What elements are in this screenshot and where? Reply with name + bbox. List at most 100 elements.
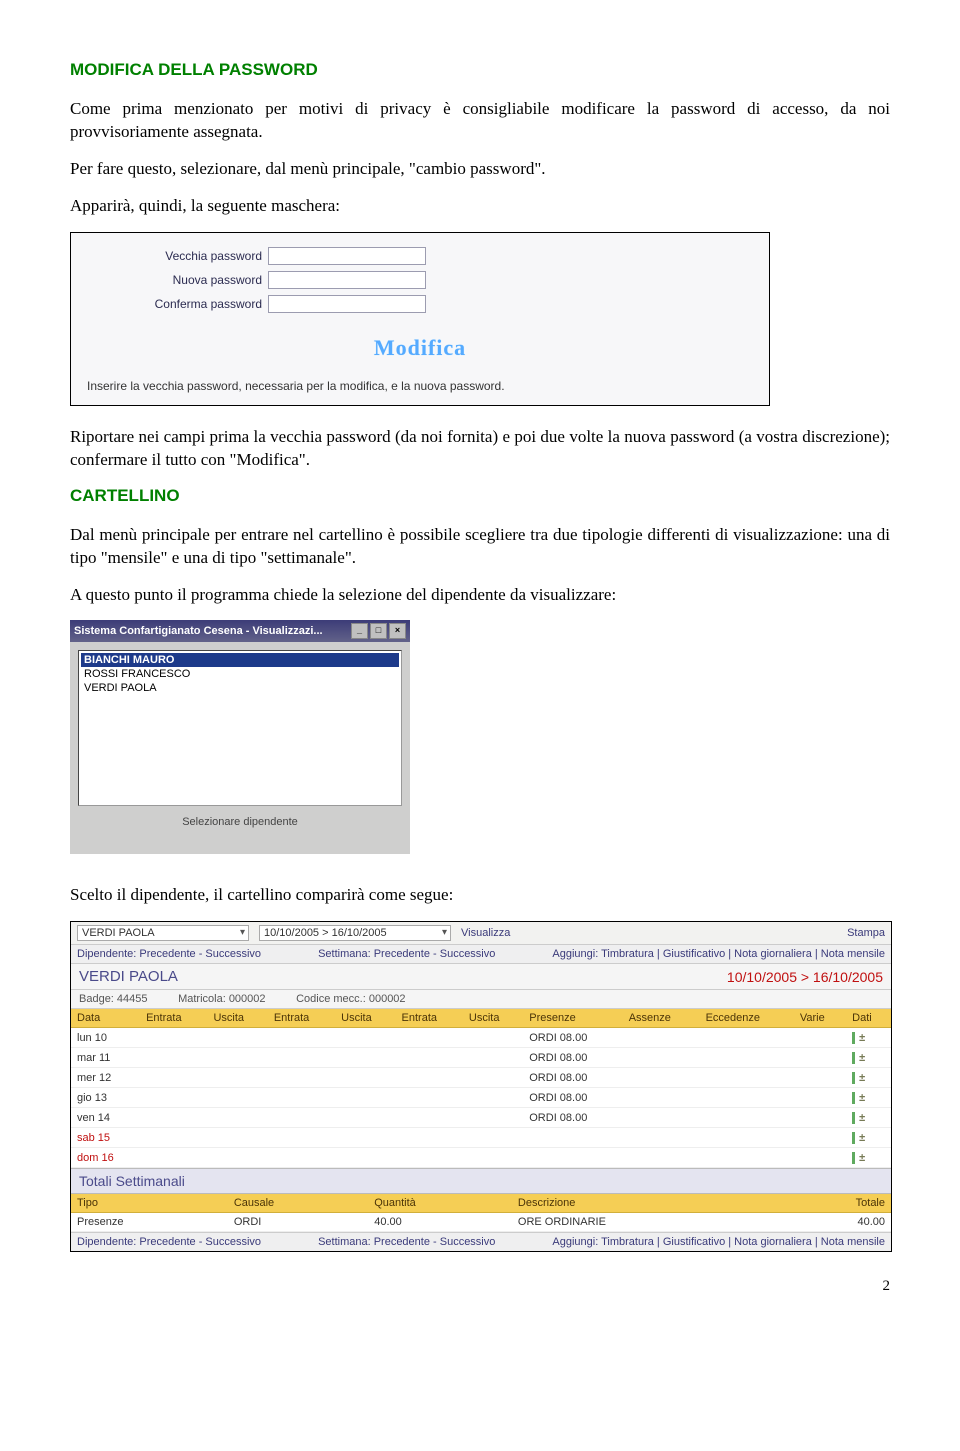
cell: [463, 1048, 523, 1068]
cell: [140, 1048, 207, 1068]
aggiungi-links[interactable]: Aggiungi: Timbratura | Giustificativo | …: [552, 948, 885, 960]
cell: [794, 1028, 846, 1048]
expand-icon[interactable]: ±: [859, 1132, 864, 1144]
cell: [268, 1028, 335, 1048]
expand-icon[interactable]: ±: [859, 1092, 864, 1104]
col-header: Tipo: [71, 1194, 228, 1213]
cell: [463, 1128, 523, 1148]
status-indicator-icon: [852, 1092, 855, 1104]
aggiungi-links[interactable]: Aggiungi: Timbratura | Giustificativo | …: [552, 1236, 885, 1248]
employee-window-titlebar: Sistema Confartigianato Cesena - Visuali…: [70, 620, 410, 642]
cell: [623, 1148, 700, 1168]
cell: [335, 1148, 395, 1168]
date-range-dropdown[interactable]: 10/10/2005 > 16/10/2005: [259, 925, 451, 941]
cell: [700, 1028, 794, 1048]
cell: [794, 1108, 846, 1128]
expand-icon[interactable]: ±: [859, 1072, 864, 1084]
dipendente-nav[interactable]: Dipendente: Precedente - Successivo: [77, 948, 261, 960]
cell: [335, 1068, 395, 1088]
cell: [140, 1108, 207, 1128]
expand-icon[interactable]: ±: [859, 1112, 864, 1124]
cell: [140, 1148, 207, 1168]
close-icon[interactable]: ×: [389, 623, 406, 639]
cell: [623, 1088, 700, 1108]
date-range: 10/10/2005 > 16/10/2005: [727, 969, 883, 985]
employee-selector-footer: Selezionare dipendente: [78, 806, 402, 846]
cell: ±: [846, 1128, 891, 1148]
col-header: Descrizione: [512, 1194, 780, 1213]
cell: [463, 1088, 523, 1108]
expand-icon[interactable]: ±: [859, 1152, 864, 1164]
badge-label: Badge: 44455: [79, 993, 148, 1005]
paragraph: A questo punto il programma chiede la se…: [70, 584, 890, 607]
cell: ORDI 08.00: [523, 1068, 622, 1088]
cell: [140, 1088, 207, 1108]
cell: [207, 1028, 267, 1048]
cell: [207, 1068, 267, 1088]
codice-label: Codice mecc.: 000002: [296, 993, 405, 1005]
col-header: Totale: [780, 1194, 891, 1213]
status-indicator-icon: [852, 1152, 855, 1164]
cell: [396, 1028, 463, 1048]
cartellino-footer: Dipendente: Precedente - Successivo Sett…: [71, 1232, 891, 1251]
col-header: Uscita: [463, 1009, 523, 1028]
table-row: mer 12ORDI 08.00±: [71, 1068, 891, 1088]
cell: ven 14: [71, 1108, 140, 1128]
cell: dom 16: [71, 1148, 140, 1168]
expand-icon[interactable]: ±: [859, 1032, 864, 1044]
matricola-label: Matricola: 000002: [178, 993, 265, 1005]
cell: [700, 1048, 794, 1068]
cell: ±: [846, 1088, 891, 1108]
cell-desc: ORE ORDINARIE: [512, 1213, 780, 1232]
cell: [268, 1128, 335, 1148]
cell: [623, 1028, 700, 1048]
table-row: sab 15±: [71, 1128, 891, 1148]
settimana-nav[interactable]: Settimana: Precedente - Successivo: [318, 1236, 495, 1248]
col-header: Entrata: [396, 1009, 463, 1028]
list-item[interactable]: BIANCHI MAURO: [81, 653, 399, 667]
minimize-icon[interactable]: _: [351, 623, 368, 639]
settimana-nav[interactable]: Settimana: Precedente - Successivo: [318, 948, 495, 960]
cartellino-table: Data Entrata Uscita Entrata Uscita Entra…: [71, 1009, 891, 1168]
password-note: Inserire la vecchia password, necessaria…: [87, 379, 753, 393]
col-header: Assenze: [623, 1009, 700, 1028]
cartellino-meta: Badge: 44455 Matricola: 000002 Codice me…: [71, 990, 891, 1009]
employee-name: VERDI PAOLA: [79, 968, 178, 985]
page-number: 2: [70, 1278, 890, 1295]
cell: gio 13: [71, 1088, 140, 1108]
cell: [335, 1128, 395, 1148]
cell: [794, 1128, 846, 1148]
section-title-password: MODIFICA DELLA PASSWORD: [70, 60, 890, 80]
status-indicator-icon: [852, 1112, 855, 1124]
cell: [335, 1088, 395, 1108]
cell: [207, 1088, 267, 1108]
label-old-password: Vecchia password: [87, 249, 268, 263]
cell: [463, 1028, 523, 1048]
confirm-password-input[interactable]: [268, 295, 426, 313]
dipendente-nav[interactable]: Dipendente: Precedente - Successivo: [77, 1236, 261, 1248]
cell-qta: 40.00: [368, 1213, 512, 1232]
label-new-password: Nuova password: [87, 273, 268, 287]
new-password-input[interactable]: [268, 271, 426, 289]
cell: [335, 1028, 395, 1048]
employee-dropdown[interactable]: VERDI PAOLA: [77, 925, 249, 941]
table-row: gio 13 ORDI 08.00 ±: [71, 1088, 891, 1108]
table-row: mar 11ORDI 08.00±: [71, 1048, 891, 1068]
table-row: ven 14ORDI 08.00±: [71, 1108, 891, 1128]
modifica-button[interactable]: Modifica: [87, 335, 753, 361]
visualizza-link[interactable]: Visualizza: [461, 927, 510, 939]
col-header: Uscita: [335, 1009, 395, 1028]
list-item[interactable]: ROSSI FRANCESCO: [81, 667, 399, 681]
expand-icon[interactable]: ±: [859, 1052, 864, 1064]
old-password-input[interactable]: [268, 247, 426, 265]
employee-list[interactable]: BIANCHI MAURO ROSSI FRANCESCO VERDI PAOL…: [78, 650, 402, 806]
cell: [623, 1108, 700, 1128]
stampa-link[interactable]: Stampa: [847, 927, 885, 939]
cell: ORDI 08.00: [523, 1088, 622, 1108]
cartellino-name-bar: VERDI PAOLA 10/10/2005 > 16/10/2005: [71, 964, 891, 990]
list-item[interactable]: VERDI PAOLA: [81, 681, 399, 695]
status-indicator-icon: [852, 1032, 855, 1044]
maximize-icon[interactable]: □: [370, 623, 387, 639]
cell: ±: [846, 1108, 891, 1128]
employee-selector-window: Sistema Confartigianato Cesena - Visuali…: [70, 620, 410, 854]
